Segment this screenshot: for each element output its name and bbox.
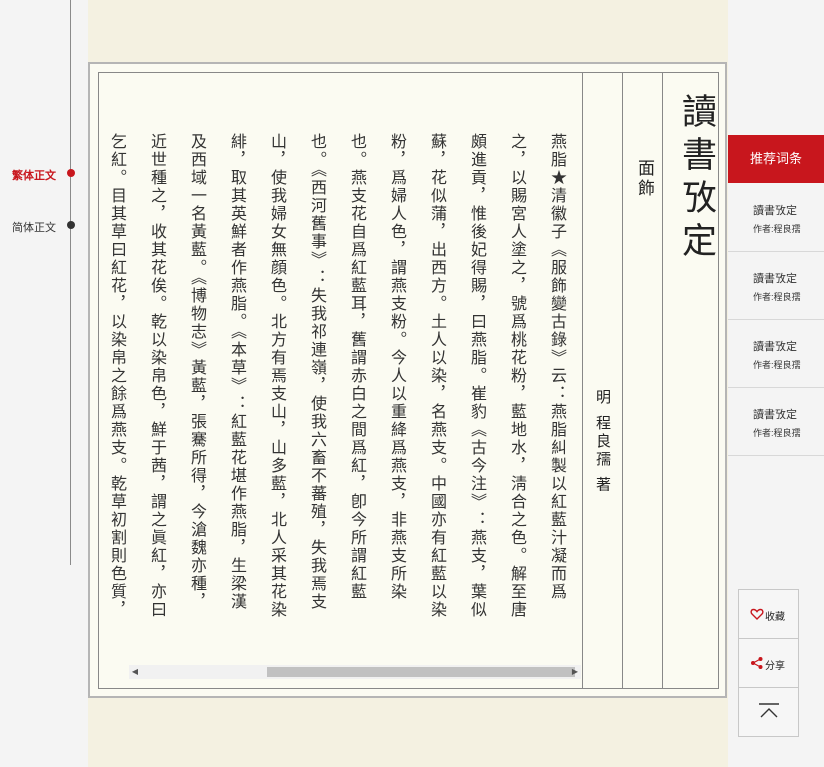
body-line: 燕脂★清徽子《服飾變古錄》云：燕脂糾製以紅藍汁凝而爲 xyxy=(548,133,567,601)
recommend-item[interactable]: 讀書攷定 作者:程良孺 xyxy=(728,252,824,320)
book-frame: 讀書攷定 面飾 明 程良孺 著 燕脂★清徽子《服飾變古錄》云：燕脂糾製以紅藍汁凝… xyxy=(98,72,719,689)
recommend-item-author: 作者:程良孺 xyxy=(753,292,801,302)
title-column: 讀書攷定 xyxy=(662,73,718,688)
author-line: 明 程良孺 著 xyxy=(594,389,612,495)
scroll-left-arrow-icon[interactable]: ◀ xyxy=(129,666,141,678)
body-line: 之，以賜宮人塗之，號爲桃花粉，藍地水，淸合之色。解至唐 xyxy=(508,133,527,619)
recommend-header: 推荐词条 xyxy=(728,135,824,183)
scroll-right-arrow-icon[interactable]: ▶ xyxy=(569,666,581,678)
favorite-label: 收藏 xyxy=(765,612,785,623)
action-panel: 收藏 分享 xyxy=(738,589,799,737)
nav-traditional-text[interactable]: 繁体正文 xyxy=(12,167,56,183)
recommend-item-author: 作者:程良孺 xyxy=(753,360,801,370)
recommend-item-title[interactable]: 讀書攷定 xyxy=(753,270,797,286)
back-to-top-button[interactable] xyxy=(739,688,798,737)
share-icon xyxy=(751,657,763,669)
recommend-item-title[interactable]: 讀書攷定 xyxy=(753,202,797,218)
body-text: 燕脂★清徽子《服飾變古錄》云：燕脂糾製以紅藍汁凝而爲 之，以賜宮人塗之，號爲桃花粉… xyxy=(99,73,583,663)
body-line: 也。《西河舊事》：失我祁連嶺，使我六畜不蕃殖，失我焉支 xyxy=(308,133,327,611)
chapter-column: 面飾 xyxy=(622,73,662,688)
body-line: 山，使我婦女無顔色。北方有焉支山，山多藍，北人采其花染 xyxy=(268,133,287,619)
nav-dot-active xyxy=(67,169,75,177)
nav-dot xyxy=(67,221,75,229)
recommend-item[interactable]: 讀書攷定 作者:程良孺 xyxy=(728,184,824,252)
reading-area: 讀書攷定 面飾 明 程良孺 著 燕脂★清徽子《服飾變古錄》云：燕脂糾製以紅藍汁凝… xyxy=(88,0,728,767)
body-line: 近世種之，收其花俟。乾以染帛色，鮮于茜，謂之眞紅，亦曰 xyxy=(148,133,167,619)
heart-icon xyxy=(750,608,764,620)
book-page: 讀書攷定 面飾 明 程良孺 著 燕脂★清徽子《服飾變古錄》云：燕脂糾製以紅藍汁凝… xyxy=(88,62,727,698)
share-button[interactable]: 分享 xyxy=(739,639,798,688)
recommend-item[interactable]: 讀書攷定 作者:程良孺 xyxy=(728,388,824,456)
body-line: 蘇，花似蒲，出西方。土人以染，名燕支。中國亦有紅藍以染 xyxy=(428,133,447,619)
nav-simplified-text[interactable]: 简体正文 xyxy=(12,219,56,235)
body-line: 乞紅。目其草曰紅花，以染帛之餘爲燕支。乾草初割則色質， xyxy=(108,133,127,619)
nav-timeline-line xyxy=(70,0,71,565)
scrollbar-thumb[interactable] xyxy=(267,667,575,677)
recommend-item-title[interactable]: 讀書攷定 xyxy=(753,338,797,354)
recommend-item-title[interactable]: 讀書攷定 xyxy=(753,406,797,422)
author-column: 明 程良孺 著 xyxy=(582,73,622,688)
favorite-button[interactable]: 收藏 xyxy=(739,590,798,639)
body-line: 也。燕支花自爲紅藍耳，舊謂赤白之間爲紅，卽今所謂紅藍 xyxy=(348,133,367,601)
recommend-item-author: 作者:程良孺 xyxy=(753,428,801,438)
horizontal-scrollbar[interactable]: ◀ ▶ xyxy=(129,665,581,679)
share-label: 分享 xyxy=(765,661,785,672)
back-to-top-icon xyxy=(759,703,779,718)
book-title: 讀書攷定 xyxy=(676,93,716,265)
recommend-item-author: 作者:程良孺 xyxy=(753,224,801,234)
chapter-title: 面飾 xyxy=(634,159,654,199)
left-nav: 繁体正文 简体正文 xyxy=(0,0,88,767)
body-line: 頗進貢，惟後妃得賜，曰燕脂。崔豹《古今注》：燕支，葉似 xyxy=(468,133,487,619)
body-line: 及西域一名黃藍。《博物志》黃藍，張騫所得，今滄魏亦種， xyxy=(188,133,207,611)
body-line: 緋，取其英鮮者作燕脂。《本草》：紅藍花堪作燕脂，生梁漢 xyxy=(228,133,247,611)
recommend-item[interactable]: 讀書攷定 作者:程良孺 xyxy=(728,320,824,388)
body-line: 粉，爲婦人色，謂燕支粉。今人以重絳爲燕支，非燕支所染 xyxy=(388,133,407,601)
